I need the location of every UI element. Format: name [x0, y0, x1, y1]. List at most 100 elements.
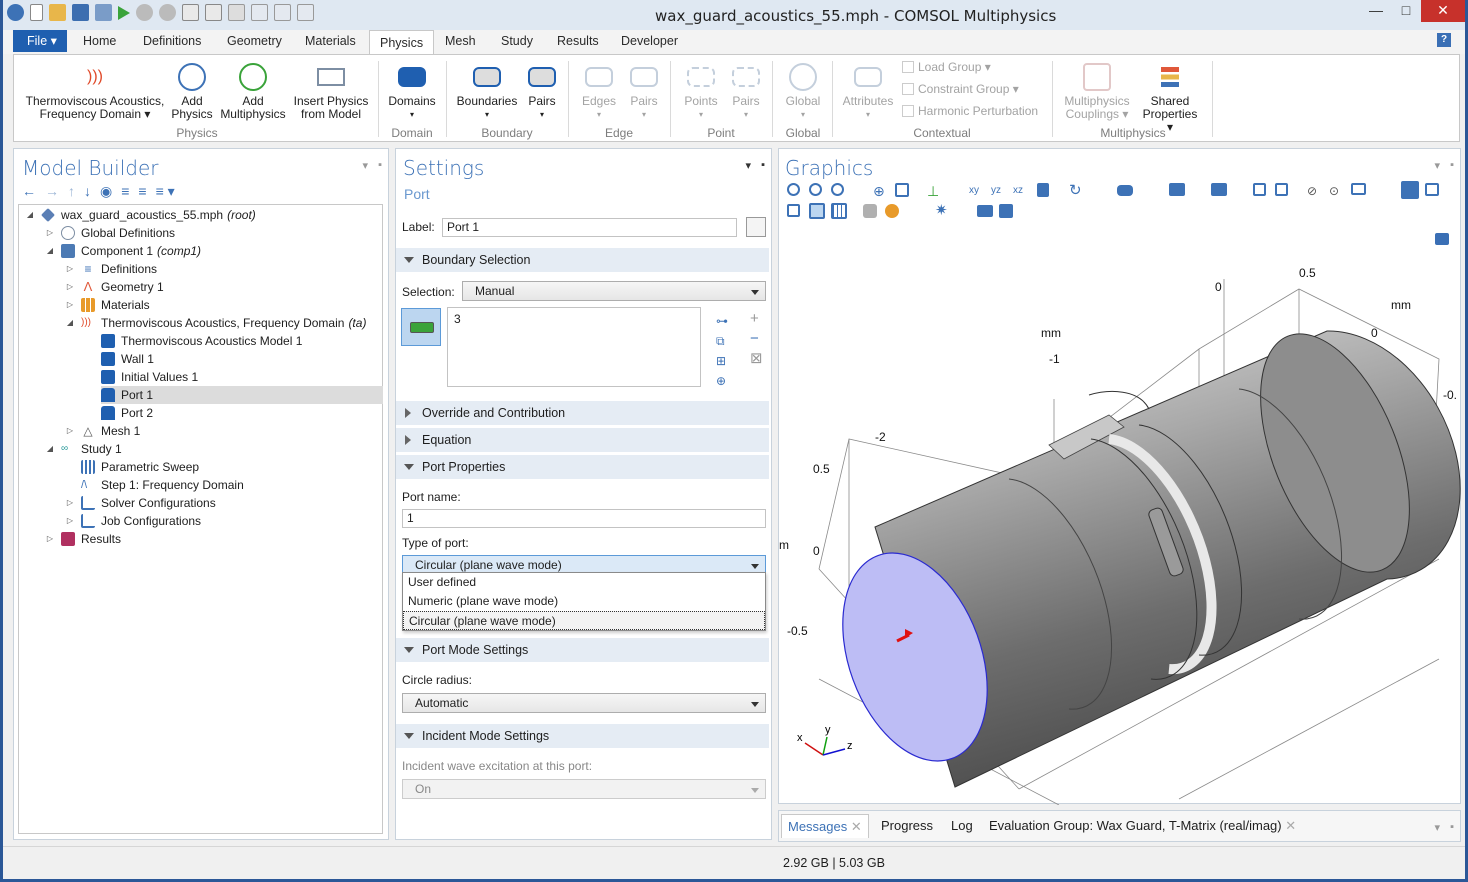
close-button[interactable]: ✕ — [1421, 0, 1465, 22]
close-tab-icon[interactable]: ✕ — [851, 819, 862, 834]
save-as-icon[interactable] — [95, 4, 112, 21]
maximize-button[interactable]: □ — [1391, 0, 1421, 22]
expand-toggle-icon[interactable]: ▷ — [65, 422, 75, 440]
tab-evaluation-group[interactable]: Evaluation Group: Wax Guard, T-Matrix (r… — [983, 814, 1302, 838]
collapse-toggle-icon[interactable]: ◢ — [45, 440, 55, 458]
tree-node-study[interactable]: ◢ ∞ Study 1 — [45, 440, 122, 458]
tree-node-initial-values[interactable]: Initial Values 1 — [101, 368, 198, 386]
tab-mesh[interactable]: Mesh — [445, 34, 476, 48]
selection-list-icon[interactable] — [1169, 183, 1185, 196]
insert-physics-button[interactable]: Insert Physics from Model — [290, 63, 372, 121]
xy-view-icon[interactable]: xy — [969, 183, 985, 199]
add-icon[interactable]: + — [750, 309, 763, 329]
tab-materials[interactable]: Materials — [305, 34, 356, 48]
select-objects-icon[interactable] — [1117, 185, 1133, 196]
help-icon[interactable]: ? — [1437, 33, 1451, 47]
section-port-mode[interactable]: Port Mode Settings — [396, 638, 769, 662]
points-button[interactable]: Points ▾ — [678, 63, 724, 121]
tree-node-port-2[interactable]: Port 2 — [101, 404, 153, 422]
save-icon[interactable] — [72, 4, 89, 21]
tree-node-mesh[interactable]: ▷ △ Mesh 1 — [65, 422, 140, 440]
paste-selection-icon[interactable]: ⊶ — [716, 311, 728, 331]
zoom-to-selection-icon[interactable]: ⊕ — [716, 371, 728, 391]
port-name-field[interactable]: 1 — [402, 509, 766, 528]
tree-node-root[interactable]: ◢ wax_guard_acoustics_55.mph (root) — [25, 206, 256, 224]
minimize-button[interactable]: — — [1361, 0, 1391, 22]
undo-icon[interactable] — [136, 4, 153, 21]
wireframe-icon[interactable] — [1401, 181, 1419, 199]
show-all-icon[interactable]: ⊙ — [1329, 183, 1345, 199]
collapse-icon[interactable]: ≡ — [121, 183, 129, 200]
tab-home[interactable]: Home — [83, 34, 116, 48]
move-down-icon[interactable]: ↓ — [84, 183, 91, 200]
remove-icon[interactable]: − — [750, 329, 763, 349]
section-port-properties[interactable]: Port Properties — [396, 455, 769, 479]
move-up-icon[interactable]: ↑ — [68, 183, 75, 200]
active-selection-toggle[interactable] — [401, 308, 441, 346]
tree-node-thermoviscous[interactable]: ◢))) Thermoviscous Acoustics, Frequency D… — [65, 314, 367, 332]
selection-list[interactable]: 3 — [447, 307, 701, 387]
section-equation[interactable]: Equation — [396, 428, 769, 452]
zoom-selected-icon[interactable]: ⊕ — [873, 183, 889, 199]
reset-view-icon[interactable]: ↻ — [1069, 183, 1085, 199]
option-user-defined[interactable]: User defined — [403, 573, 765, 592]
circle-radius-dropdown[interactable]: Automatic — [402, 693, 766, 713]
tree-node-job-configurations[interactable]: ▷ Job Configurations — [65, 512, 201, 530]
tab-results[interactable]: Results — [557, 34, 599, 48]
yz-view-icon[interactable]: yz — [991, 183, 1007, 199]
panel-menu-icon[interactable]: ▾ — [745, 159, 751, 172]
open-file-icon[interactable] — [49, 4, 66, 21]
lighting-icon[interactable]: ✷ — [935, 203, 951, 219]
views-icon[interactable]: ⊥ — [927, 183, 943, 199]
tree-node-global-definitions[interactable]: ▷ Global Definitions — [45, 224, 175, 242]
panel-menu-icon[interactable]: ▾ — [1434, 821, 1440, 834]
collapse-toggle-icon[interactable]: ◢ — [25, 206, 35, 224]
transparency-icon[interactable] — [1351, 183, 1366, 195]
clear-selection-icon[interactable] — [1275, 183, 1288, 196]
option-circular[interactable]: Circular (plane wave mode) — [403, 611, 765, 630]
tree-node-wall[interactable]: Wall 1 — [101, 350, 154, 368]
option-numeric[interactable]: Numeric (plane wave mode) — [403, 592, 765, 611]
hide-icon[interactable]: ⊘ — [1307, 183, 1323, 199]
clear-selection-icon[interactable]: ⊠ — [750, 349, 763, 369]
geometry-view-icon[interactable] — [787, 204, 800, 217]
section-incident-mode[interactable]: Incident Mode Settings — [396, 724, 769, 748]
section-override[interactable]: Override and Contribution — [396, 401, 769, 425]
expand-toggle-icon[interactable]: ▷ — [65, 494, 75, 512]
label-field[interactable]: Port 1 — [442, 218, 737, 237]
constraint-group-button[interactable]: Constraint Group ▾ — [902, 82, 1019, 96]
tab-log[interactable]: Log — [945, 814, 979, 838]
pin-icon[interactable]: ▪ — [1450, 159, 1454, 171]
multiphysics-couplings-button[interactable]: Multiphysics Couplings ▾ — [1058, 63, 1136, 121]
tree-node-solver-configurations[interactable]: ▷ Solver Configurations — [65, 494, 216, 512]
tab-file[interactable]: File ▾ — [13, 30, 67, 52]
redo-icon[interactable] — [159, 4, 176, 21]
zoom-box-icon[interactable] — [831, 183, 844, 196]
tree-node-geometry[interactable]: ▷ Λ Geometry 1 — [65, 278, 164, 296]
tree-node-definitions[interactable]: ▷ ≡ Definitions — [65, 260, 157, 278]
tab-progress[interactable]: Progress — [875, 814, 939, 838]
shared-properties-button[interactable]: Shared Properties ▾ — [1138, 63, 1202, 134]
tab-messages[interactable]: Messages ✕ — [781, 814, 869, 838]
tab-physics[interactable]: Physics — [369, 30, 435, 55]
enable-icon[interactable] — [251, 4, 268, 21]
tree-node-materials[interactable]: ▷ Materials — [65, 296, 150, 314]
duplicate-icon[interactable] — [205, 4, 222, 21]
attributes-button[interactable]: Attributes ▾ — [840, 63, 896, 121]
panel-menu-icon[interactable]: ▾ — [1434, 159, 1440, 172]
expand-toggle-icon[interactable]: ▷ — [65, 278, 75, 296]
edges-button[interactable]: Edges ▾ — [576, 63, 622, 121]
clipboard-icon[interactable]: ⊞ — [716, 351, 728, 371]
tree-node-step-1[interactable]: /\ Step 1: Frequency Domain — [81, 476, 244, 494]
boundary-pairs-button[interactable]: Pairs ▾ — [524, 63, 560, 121]
tab-geometry[interactable]: Geometry — [227, 34, 282, 48]
point-pairs-button[interactable]: Pairs ▾ — [728, 63, 764, 121]
panel-menu-icon[interactable]: ▾ — [362, 159, 368, 172]
collapse-toggle-icon[interactable]: ◢ — [65, 314, 75, 332]
zoom-in-icon[interactable] — [787, 183, 800, 196]
forward-icon[interactable]: → — [45, 183, 59, 200]
click-select-icon[interactable] — [1211, 183, 1227, 196]
edge-pairs-button[interactable]: Pairs ▾ — [626, 63, 662, 121]
zoom-extents-icon[interactable] — [895, 183, 909, 197]
harmonic-perturbation-button[interactable]: Harmonic Perturbation — [902, 104, 1038, 118]
